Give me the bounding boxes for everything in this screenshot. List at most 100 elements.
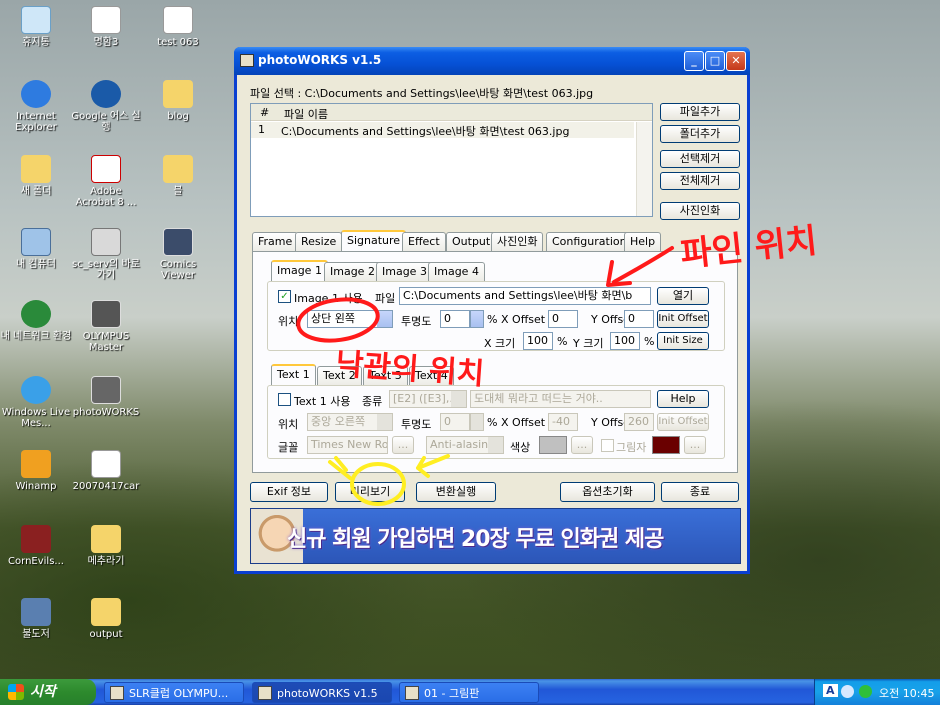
tab-image-1[interactable]: Image 1 [271,260,328,282]
preview-button[interactable]: 미리보기 [335,482,405,502]
messenger-icon[interactable]: Windows Live Mes... [0,376,72,429]
image-opacity-field[interactable]: 0 [440,310,470,328]
text-use-checkbox[interactable] [278,393,291,406]
folder-icon[interactable]: output [70,598,142,640]
shortcut-icon[interactable]: sc_serv의 바로 가기 [70,228,142,281]
paint-icon [405,686,419,700]
remove-all-button[interactable]: 전체제거 [660,172,740,190]
folder-icon[interactable]: blog [142,80,214,122]
image-yoff-field[interactable]: 0 [624,310,654,328]
start-button[interactable]: 시작 [0,679,96,705]
tab-configuration[interactable]: Configuration [546,232,633,252]
tab-image-4[interactable]: Image 4 [428,262,485,282]
text-yoff-field[interactable]: 260 [624,413,654,431]
recycle-bin-icon[interactable]: 휴지통 [0,6,72,48]
olympus-master-icon[interactable]: OLYMPUS Master [70,300,142,353]
text-kind-select[interactable]: [E2] ([E3],... [389,390,467,408]
taskbar-item-photoworks[interactable]: photoWORKS v1.5 [252,682,392,703]
photo-print-button[interactable]: 사진인화 [660,202,740,220]
text-color-label: 색상 [510,441,531,454]
text-opacity-field[interactable]: 0 [440,413,470,431]
tab-effect[interactable]: Effect [402,232,446,252]
text-shadow-checkbox[interactable] [601,439,614,452]
jpg-file-icon[interactable]: test 063 [142,6,214,48]
bulldozer-icon[interactable]: 불도저 [0,598,72,640]
remove-selected-button[interactable]: 선택제거 [660,150,740,168]
tab-image-3[interactable]: Image 3 [376,262,433,282]
text-color-dots-button[interactable]: ... [571,436,593,454]
text-font-dots-button[interactable]: ... [392,436,414,454]
image-opacity-spinner[interactable] [470,310,484,328]
image-xoff-field[interactable]: 0 [548,310,578,328]
file-list[interactable]: # 파일 이름 1 C:\Documents and Settings\lee\… [250,103,653,217]
list-scrollbar[interactable] [636,122,652,216]
text-antialias-select[interactable]: Anti-alasin [426,436,504,454]
image-group: ✓ Image 1 사용 파일 C:\Documents and Setting… [267,281,725,351]
exit-button[interactable]: 종료 [661,482,739,502]
open-button[interactable]: 열기 [657,287,709,305]
text-help-button[interactable]: Help [657,390,709,408]
text-shadow-dots-button[interactable]: ... [684,436,706,454]
image-file-field[interactable]: C:\Documents and Settings\lee\바탕 화면\b [399,287,651,305]
tab-resize[interactable]: Resize [295,232,343,252]
tab-image-2[interactable]: Image 2 [324,262,381,282]
text-xoff-field[interactable]: -40 [548,413,578,431]
language-indicator[interactable]: A [823,684,838,697]
table-row[interactable]: 1 C:\Documents and Settings\lee\바탕 화면\te… [251,122,634,138]
tab-output[interactable]: Output [446,232,497,252]
title-bar[interactable]: photoWORKS v1.5 _ □ ✕ [234,47,750,75]
convert-button[interactable]: 변환실행 [416,482,496,502]
pdf-file-icon[interactable]: 20070417car [70,450,142,492]
text-shadow-swatch[interactable] [652,436,680,454]
reset-options-button[interactable]: 옵션초기화 [560,482,655,502]
network-icon[interactable]: 내 네트워크 환경 [0,300,72,342]
ad-banner[interactable]: 신규 회원 가입하면 20장 무료 인화권 제공 [250,508,741,564]
add-folder-button[interactable]: 폴더추가 [660,125,740,143]
clock[interactable]: 오전 10:45 [879,685,934,701]
image-pos-select[interactable]: 상단 왼쪽 [307,310,393,328]
close-button[interactable]: ✕ [726,51,746,71]
text-init-offset-button[interactable]: Init Offset [657,413,709,431]
browser-icon [110,686,124,700]
internet-explorer-icon[interactable]: Internet Explorer [0,80,72,133]
comics-viewer-icon[interactable]: Comics Viewer [142,228,214,281]
col-num-header: # [260,106,270,119]
tab-signature[interactable]: Signature [341,230,407,252]
taskbar-item-slrclub[interactable]: SLR클럽 OLYMPU... [104,682,244,703]
text-font-field[interactable]: Times New Ro [307,436,388,454]
tab-help[interactable]: Help [624,232,662,252]
google-earth-icon[interactable]: Google 어스 실행 [70,80,142,133]
image-init-offset-button[interactable]: Init Offset [657,310,709,328]
text-content-field[interactable]: 도대체 뭐라고 떠드는 거야.. [470,390,651,408]
my-computer-icon[interactable]: 내 컴퓨터 [0,228,72,270]
tab-photo-print[interactable]: 사진인화 [491,232,544,252]
text-color-swatch[interactable] [539,436,567,454]
text-opacity-spinner[interactable] [470,413,484,431]
tab-text-1[interactable]: Text 1 [271,364,316,386]
image-use-checkbox[interactable]: ✓ [278,290,291,303]
text-opacity-pct: % [487,416,498,429]
image-xsize-label: X 크기 [484,337,516,350]
cornevils-icon[interactable]: CornEvils... [0,525,72,567]
exif-button[interactable]: Exif 정보 [250,482,328,502]
jpg-file-icon[interactable]: 명함3 [70,6,142,48]
folder-icon[interactable]: 블 [142,155,214,197]
minimize-button[interactable]: _ [684,51,704,71]
photoworks-icon[interactable]: photoWORKS [70,376,142,418]
folder-icon[interactable]: 메추라기 [70,525,142,567]
text-pos-select[interactable]: 중앙 오른쪽 [307,413,393,431]
add-file-button[interactable]: 파일추가 [660,103,740,121]
image-init-size-button[interactable]: Init Size [657,332,709,350]
maximize-button[interactable]: □ [705,51,725,71]
adobe-acrobat-icon[interactable]: Adobe Acrobat 8 ... [70,155,142,208]
image-ysize-field[interactable]: 100 [610,332,640,350]
winamp-icon[interactable]: Winamp [0,450,72,492]
image-ysize-pct: % [644,335,655,348]
tray-app-icon[interactable] [841,685,854,698]
messenger-tray-icon[interactable] [859,685,872,698]
folder-icon[interactable]: 새 폴더 [0,155,72,197]
taskbar-item-paint[interactable]: 01 - 그림판 [399,682,539,703]
image-xsize-field[interactable]: 100 [523,332,553,350]
tab-frame[interactable]: Frame [252,232,299,252]
image-use-label: Image 1 사용 [294,292,363,305]
